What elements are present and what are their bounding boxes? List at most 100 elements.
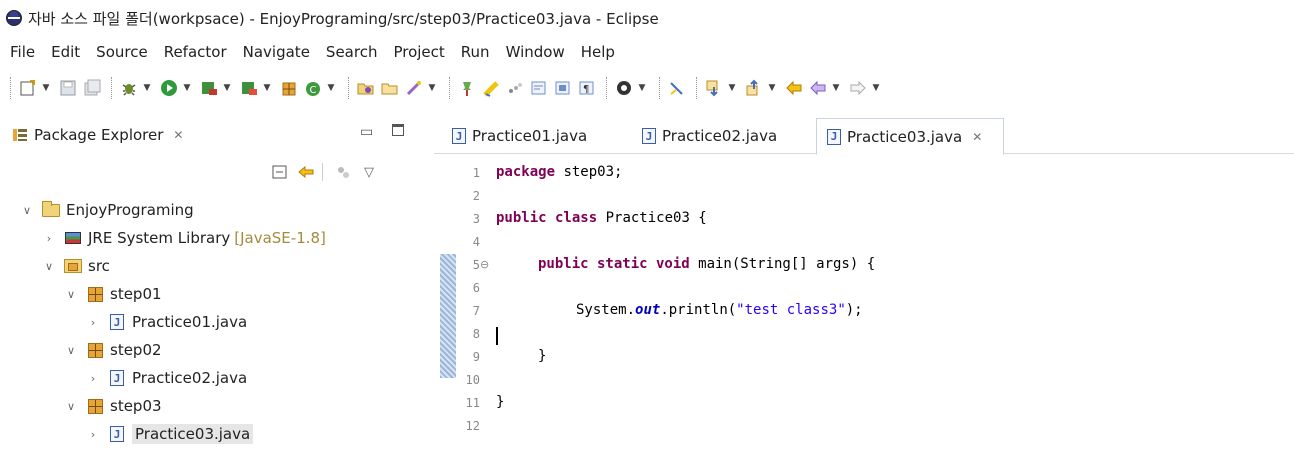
- save-all-icon[interactable]: [81, 77, 103, 99]
- show-whitespace-icon[interactable]: [552, 77, 574, 99]
- expand-chevron-icon[interactable]: ∨: [64, 288, 78, 301]
- save-icon[interactable]: [57, 77, 79, 99]
- debug-dropdown-icon[interactable]: ▼: [142, 83, 152, 93]
- eclipse-app-icon: [6, 10, 22, 26]
- menu-search[interactable]: Search: [318, 39, 386, 65]
- expand-chevron-icon[interactable]: ∨: [42, 260, 56, 273]
- last-edit-location-icon[interactable]: [666, 77, 688, 99]
- debug-icon[interactable]: [118, 77, 140, 99]
- package-explorer-panel: Package Explorer ✕ ▭ ▽ ∨ EnjoyPrograming…: [0, 112, 430, 455]
- tree-item-practice01[interactable]: › J Practice01.java: [86, 308, 247, 336]
- java-file-icon: J: [827, 128, 841, 145]
- forward-icon[interactable]: [847, 77, 869, 99]
- tab-practice02[interactable]: J Practice02.java: [632, 118, 777, 154]
- menu-project[interactable]: Project: [385, 39, 452, 65]
- menu-navigate[interactable]: Navigate: [235, 39, 318, 65]
- next-annotation-dropdown-icon[interactable]: ▼: [727, 83, 737, 93]
- open-type-icon[interactable]: [355, 77, 377, 99]
- package-explorer-tab[interactable]: Package Explorer ✕ ▭: [0, 118, 425, 152]
- new-java-class-dropdown-icon[interactable]: ▼: [326, 83, 336, 93]
- expand-chevron-icon[interactable]: ∨: [64, 400, 78, 413]
- new-java-class-icon[interactable]: C: [302, 77, 324, 99]
- tree-item-decoration: [JavaSE-1.8]: [234, 229, 326, 247]
- tree-item-step03[interactable]: ∨ step03: [64, 392, 162, 420]
- breadcrumb-toggle-icon[interactable]: [504, 77, 526, 99]
- collapse-chevron-icon[interactable]: ›: [86, 316, 100, 329]
- coverage-icon[interactable]: [198, 77, 220, 99]
- close-icon[interactable]: ✕: [173, 128, 183, 142]
- new-icon[interactable]: [17, 77, 39, 99]
- line-number: 4: [472, 235, 480, 249]
- forward-dropdown-icon[interactable]: ▼: [871, 83, 881, 93]
- line-number: 5: [472, 258, 480, 272]
- collapse-chevron-icon[interactable]: ›: [42, 232, 56, 245]
- external-tools-dropdown-icon[interactable]: ▼: [262, 83, 272, 93]
- focus-icon[interactable]: [333, 162, 353, 182]
- code-editor[interactable]: 1 2 3 4 5 ⊖ 6 7 8 9 10 11 12 package ste…: [434, 162, 1294, 442]
- new-java-package-icon[interactable]: [278, 77, 300, 99]
- perspective-dropdown-icon[interactable]: ▼: [637, 83, 647, 93]
- expand-chevron-icon[interactable]: ∨: [20, 204, 34, 217]
- perspective-icon[interactable]: [613, 77, 635, 99]
- tree-item-src[interactable]: ∨ src: [42, 252, 110, 280]
- link-with-editor-icon[interactable]: [296, 162, 316, 182]
- tree-item-practice03[interactable]: › J Practice03.java: [86, 420, 254, 448]
- tab-practice01[interactable]: J Practice01.java: [442, 118, 587, 154]
- next-annotation-icon[interactable]: [703, 77, 725, 99]
- java-file-icon: J: [642, 128, 656, 144]
- fold-collapse-icon[interactable]: ⊖: [480, 258, 489, 271]
- close-icon[interactable]: ✕: [972, 130, 982, 144]
- pin-icon[interactable]: [456, 77, 478, 99]
- external-tools-icon[interactable]: [238, 77, 260, 99]
- toolbar-separator: [449, 77, 450, 99]
- package-explorer-toolbar: ▽: [270, 160, 385, 184]
- maximize-icon[interactable]: [392, 124, 404, 136]
- package-icon: [86, 286, 104, 302]
- collapse-chevron-icon[interactable]: ›: [86, 372, 100, 385]
- back-to-edit-icon[interactable]: [783, 77, 805, 99]
- coverage-dropdown-icon[interactable]: ▼: [222, 83, 232, 93]
- line-number: 2: [472, 189, 480, 203]
- tree-item-practice02[interactable]: › J Practice02.java: [86, 364, 247, 392]
- toolbar-separator: [10, 77, 11, 99]
- menu-file[interactable]: File: [2, 39, 43, 65]
- run-dropdown-icon[interactable]: ▼: [182, 83, 192, 93]
- tree-item-step02[interactable]: ∨ step02: [64, 336, 162, 364]
- run-icon[interactable]: [158, 77, 180, 99]
- search-tool-icon[interactable]: [403, 77, 425, 99]
- back-icon[interactable]: [807, 77, 829, 99]
- paragraph-marks-icon[interactable]: ¶: [576, 77, 598, 99]
- editor-panel: J Practice01.java J Practice02.java J Pr…: [434, 112, 1294, 455]
- minimize-icon[interactable]: ▭: [360, 124, 373, 140]
- menu-refactor[interactable]: Refactor: [156, 39, 235, 65]
- menu-window[interactable]: Window: [498, 39, 573, 65]
- expand-chevron-icon[interactable]: ∨: [64, 344, 78, 357]
- java-file-icon: J: [108, 426, 126, 442]
- menu-source[interactable]: Source: [88, 39, 156, 65]
- keyword: package: [496, 164, 556, 180]
- code-line-9: }: [538, 348, 547, 364]
- menu-edit[interactable]: Edit: [43, 39, 88, 65]
- tree-item-step01[interactable]: ∨ step01: [64, 280, 162, 308]
- back-dropdown-icon[interactable]: ▼: [831, 83, 841, 93]
- collapse-all-icon[interactable]: [270, 162, 290, 182]
- collapse-chevron-icon[interactable]: ›: [86, 428, 100, 441]
- tree-item-enjoyprograming[interactable]: ∨ EnjoyPrograming: [20, 196, 194, 224]
- new-dropdown-icon[interactable]: ▼: [41, 83, 51, 93]
- package-explorer-icon: [12, 127, 28, 143]
- source-folder-icon: [64, 258, 82, 274]
- line-number: 11: [465, 396, 480, 410]
- library-icon: [64, 230, 82, 246]
- tree-item-jre-system-library[interactable]: › JRE System Library [JavaSE-1.8]: [42, 224, 326, 252]
- view-menu-icon[interactable]: ▽: [359, 162, 379, 182]
- open-folder-icon[interactable]: [379, 77, 401, 99]
- menu-run[interactable]: Run: [453, 39, 498, 65]
- highlight-marker-icon[interactable]: [480, 77, 502, 99]
- line-number: 7: [472, 304, 480, 318]
- toggle-block-selection-icon[interactable]: [528, 77, 550, 99]
- menu-help[interactable]: Help: [573, 39, 623, 65]
- previous-annotation-icon[interactable]: [743, 77, 765, 99]
- previous-annotation-dropdown-icon[interactable]: ▼: [767, 83, 777, 93]
- tab-practice03[interactable]: J Practice03.java ✕: [816, 118, 1004, 155]
- search-tool-dropdown-icon[interactable]: ▼: [427, 83, 437, 93]
